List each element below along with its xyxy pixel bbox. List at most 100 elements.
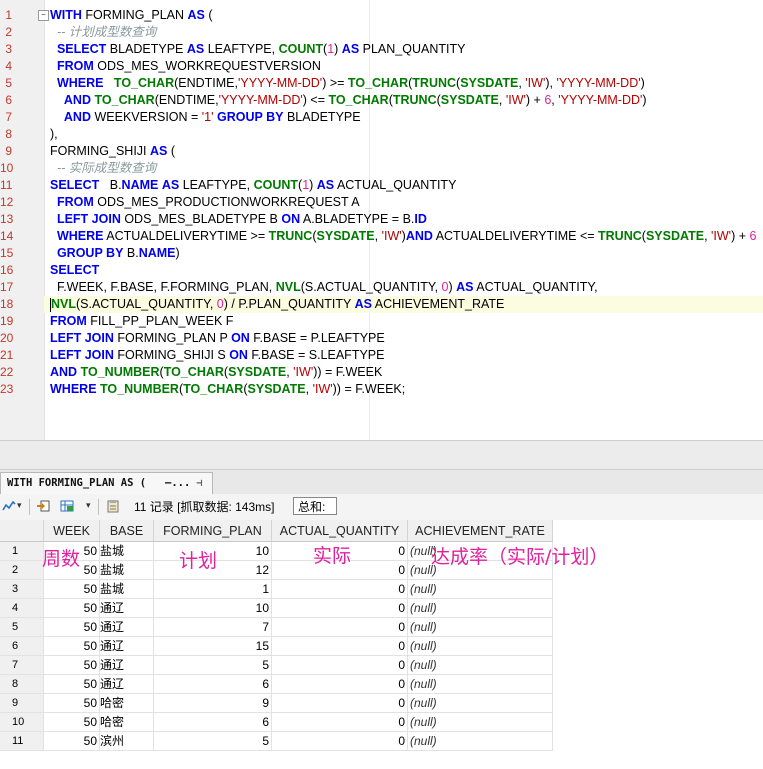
- export-grid-icon[interactable]: [60, 499, 74, 513]
- cell-actual-quantity[interactable]: 0: [272, 656, 408, 675]
- row-number[interactable]: 4: [0, 599, 44, 618]
- code-line[interactable]: SELECT BLADETYPE AS LEAFTYPE, COUNT(1) A…: [50, 41, 466, 58]
- cell-base[interactable]: 通辽: [100, 599, 154, 618]
- pane-splitter[interactable]: [0, 440, 763, 470]
- code-line[interactable]: FROM FILL_PP_PLAN_WEEK F: [50, 313, 233, 330]
- code-line[interactable]: WHERE ACTUALDELIVERYTIME >= TRUNC(SYSDAT…: [50, 228, 756, 245]
- code-line[interactable]: AND TO_NUMBER(TO_CHAR(SYSDATE, 'IW')) = …: [50, 364, 382, 381]
- cell-base[interactable]: 盐城: [100, 561, 154, 580]
- code-line[interactable]: SELECT: [50, 262, 99, 279]
- cell-week[interactable]: 50: [44, 580, 100, 599]
- column-header-achievement-rate[interactable]: ACHIEVEMENT_RATE: [408, 520, 553, 542]
- table-row[interactable]: 3 50 盐城 1 0 (null): [0, 580, 553, 599]
- result-grid[interactable]: WEEK BASE FORMING_PLAN ACTUAL_QUANTITY A…: [0, 520, 763, 769]
- cell-achievement-rate[interactable]: (null): [408, 637, 553, 656]
- cell-forming-plan[interactable]: 15: [154, 637, 272, 656]
- row-number[interactable]: 7: [0, 656, 44, 675]
- export-dropdown-icon[interactable]: ▾: [86, 500, 91, 511]
- chart-dropdown-icon[interactable]: ▾: [17, 500, 22, 511]
- code-line[interactable]: LEFT JOIN FORMING_SHIJI S ON F.BASE = S.…: [50, 347, 384, 364]
- cell-actual-quantity[interactable]: 0: [272, 713, 408, 732]
- column-header-week[interactable]: WEEK: [44, 520, 100, 542]
- code-line[interactable]: WHERE TO_CHAR(ENDTIME,'YYYY-MM-DD') >= T…: [50, 75, 645, 92]
- table-row[interactable]: 4 50 通辽 10 0 (null): [0, 599, 553, 618]
- cell-forming-plan[interactable]: 1: [154, 580, 272, 599]
- pin-icon[interactable]: ⊣: [196, 473, 206, 489]
- cell-achievement-rate[interactable]: (null): [408, 694, 553, 713]
- cell-achievement-rate[interactable]: (null): [408, 713, 553, 732]
- code-line[interactable]: AND TO_CHAR(ENDTIME,'YYYY-MM-DD') <= TO_…: [50, 92, 647, 109]
- cell-week[interactable]: 50: [44, 618, 100, 637]
- table-row[interactable]: 7 50 通辽 5 0 (null): [0, 656, 553, 675]
- code-line[interactable]: WITH FORMING_PLAN AS (: [50, 7, 213, 24]
- cell-week[interactable]: 50: [44, 637, 100, 656]
- cell-base[interactable]: 盐城: [100, 580, 154, 599]
- cell-actual-quantity[interactable]: 0: [272, 637, 408, 656]
- cell-achievement-rate[interactable]: (null): [408, 580, 553, 599]
- row-number[interactable]: 11: [0, 732, 44, 751]
- code-line[interactable]: WHERE TO_NUMBER(TO_CHAR(SYSDATE, 'IW')) …: [50, 381, 405, 398]
- fold-toggle-icon[interactable]: −: [38, 10, 49, 21]
- table-row[interactable]: 9 50 哈密 9 0 (null): [0, 694, 553, 713]
- code-line[interactable]: LEFT JOIN FORMING_PLAN P ON F.BASE = P.L…: [50, 330, 385, 347]
- table-row[interactable]: 8 50 通辽 6 0 (null): [0, 675, 553, 694]
- cell-actual-quantity[interactable]: 0: [272, 599, 408, 618]
- row-number[interactable]: 5: [0, 618, 44, 637]
- code-line[interactable]: LEFT JOIN ODS_MES_BLADETYPE B ON A.BLADE…: [50, 211, 427, 228]
- cell-forming-plan[interactable]: 5: [154, 732, 272, 751]
- cell-week[interactable]: 50: [44, 694, 100, 713]
- table-row[interactable]: 10 50 哈密 6 0 (null): [0, 713, 553, 732]
- row-number[interactable]: 3: [0, 580, 44, 599]
- cell-week[interactable]: 50: [44, 675, 100, 694]
- cell-base[interactable]: 通辽: [100, 637, 154, 656]
- cell-forming-plan[interactable]: 10: [154, 599, 272, 618]
- cell-actual-quantity[interactable]: 0: [272, 580, 408, 599]
- sum-field[interactable]: 总和:: [293, 497, 337, 515]
- cell-base[interactable]: 通辽: [100, 675, 154, 694]
- cell-base[interactable]: 盐城: [100, 542, 154, 561]
- code-line[interactable]: ),: [50, 126, 58, 143]
- cell-achievement-rate[interactable]: (null): [408, 656, 553, 675]
- row-number[interactable]: 2: [0, 561, 44, 580]
- import-icon[interactable]: [36, 499, 50, 513]
- row-number[interactable]: 1: [0, 542, 44, 561]
- code-line[interactable]: FROM ODS_MES_WORKREQUESTVERSION: [50, 58, 321, 75]
- cell-actual-quantity[interactable]: 0: [272, 694, 408, 713]
- cell-week[interactable]: 50: [44, 732, 100, 751]
- cell-base[interactable]: 通辽: [100, 656, 154, 675]
- code-line-current[interactable]: NVL(S.ACTUAL_QUANTITY, 0) / P.PLAN_QUANT…: [44, 296, 763, 313]
- cell-actual-quantity[interactable]: 0: [272, 732, 408, 751]
- cell-week[interactable]: 50: [44, 656, 100, 675]
- cell-achievement-rate[interactable]: (null): [408, 732, 553, 751]
- code-line[interactable]: FORMING_SHIJI AS (: [50, 143, 175, 160]
- code-area[interactable]: WITH FORMING_PLAN AS ( -- 计划成型数查询 SELECT…: [44, 0, 763, 440]
- cell-base[interactable]: 通辽: [100, 618, 154, 637]
- cell-base[interactable]: 哈密: [100, 713, 154, 732]
- code-line[interactable]: AND WEEKVERSION = '1' GROUP BY BLADETYPE: [50, 109, 361, 126]
- table-row[interactable]: 11 50 滨州 5 0 (null): [0, 732, 553, 751]
- row-number[interactable]: 9: [0, 694, 44, 713]
- table-row[interactable]: 6 50 通辽 15 0 (null): [0, 637, 553, 656]
- cell-base[interactable]: 滨州: [100, 732, 154, 751]
- code-line[interactable]: SELECT B.NAME AS LEAFTYPE, COUNT(1) AS A…: [50, 177, 456, 194]
- row-number[interactable]: 10: [0, 713, 44, 732]
- code-line[interactable]: -- 计划成型数查询: [50, 24, 156, 41]
- cell-forming-plan[interactable]: 6: [154, 713, 272, 732]
- row-number[interactable]: 6: [0, 637, 44, 656]
- cell-actual-quantity[interactable]: 0: [272, 618, 408, 637]
- sql-editor[interactable]: 1 2 3 4 5 6 7 8 9 10 11 12 13 14 15 16 17 18 19 20 21 22 23 − …: [0, 0, 763, 440]
- column-header-forming-plan[interactable]: FORMING_PLAN: [154, 520, 272, 542]
- clipboard-icon[interactable]: [106, 499, 120, 513]
- table-row[interactable]: 5 50 通辽 7 0 (null): [0, 618, 553, 637]
- row-number[interactable]: 8: [0, 675, 44, 694]
- column-header-base[interactable]: BASE: [100, 520, 154, 542]
- cell-achievement-rate[interactable]: (null): [408, 675, 553, 694]
- chart-icon[interactable]: [2, 499, 16, 513]
- code-line[interactable]: -- 实际成型数查询: [50, 160, 156, 177]
- code-line[interactable]: F.WEEK, F.BASE, F.FORMING_PLAN, NVL(S.AC…: [50, 279, 598, 296]
- cell-forming-plan[interactable]: 6: [154, 675, 272, 694]
- cell-forming-plan[interactable]: 9: [154, 694, 272, 713]
- cell-base[interactable]: 哈密: [100, 694, 154, 713]
- cell-week[interactable]: 50: [44, 713, 100, 732]
- result-tab[interactable]: WITH FORMING_PLAN AS ( —... ⊣: [0, 472, 214, 494]
